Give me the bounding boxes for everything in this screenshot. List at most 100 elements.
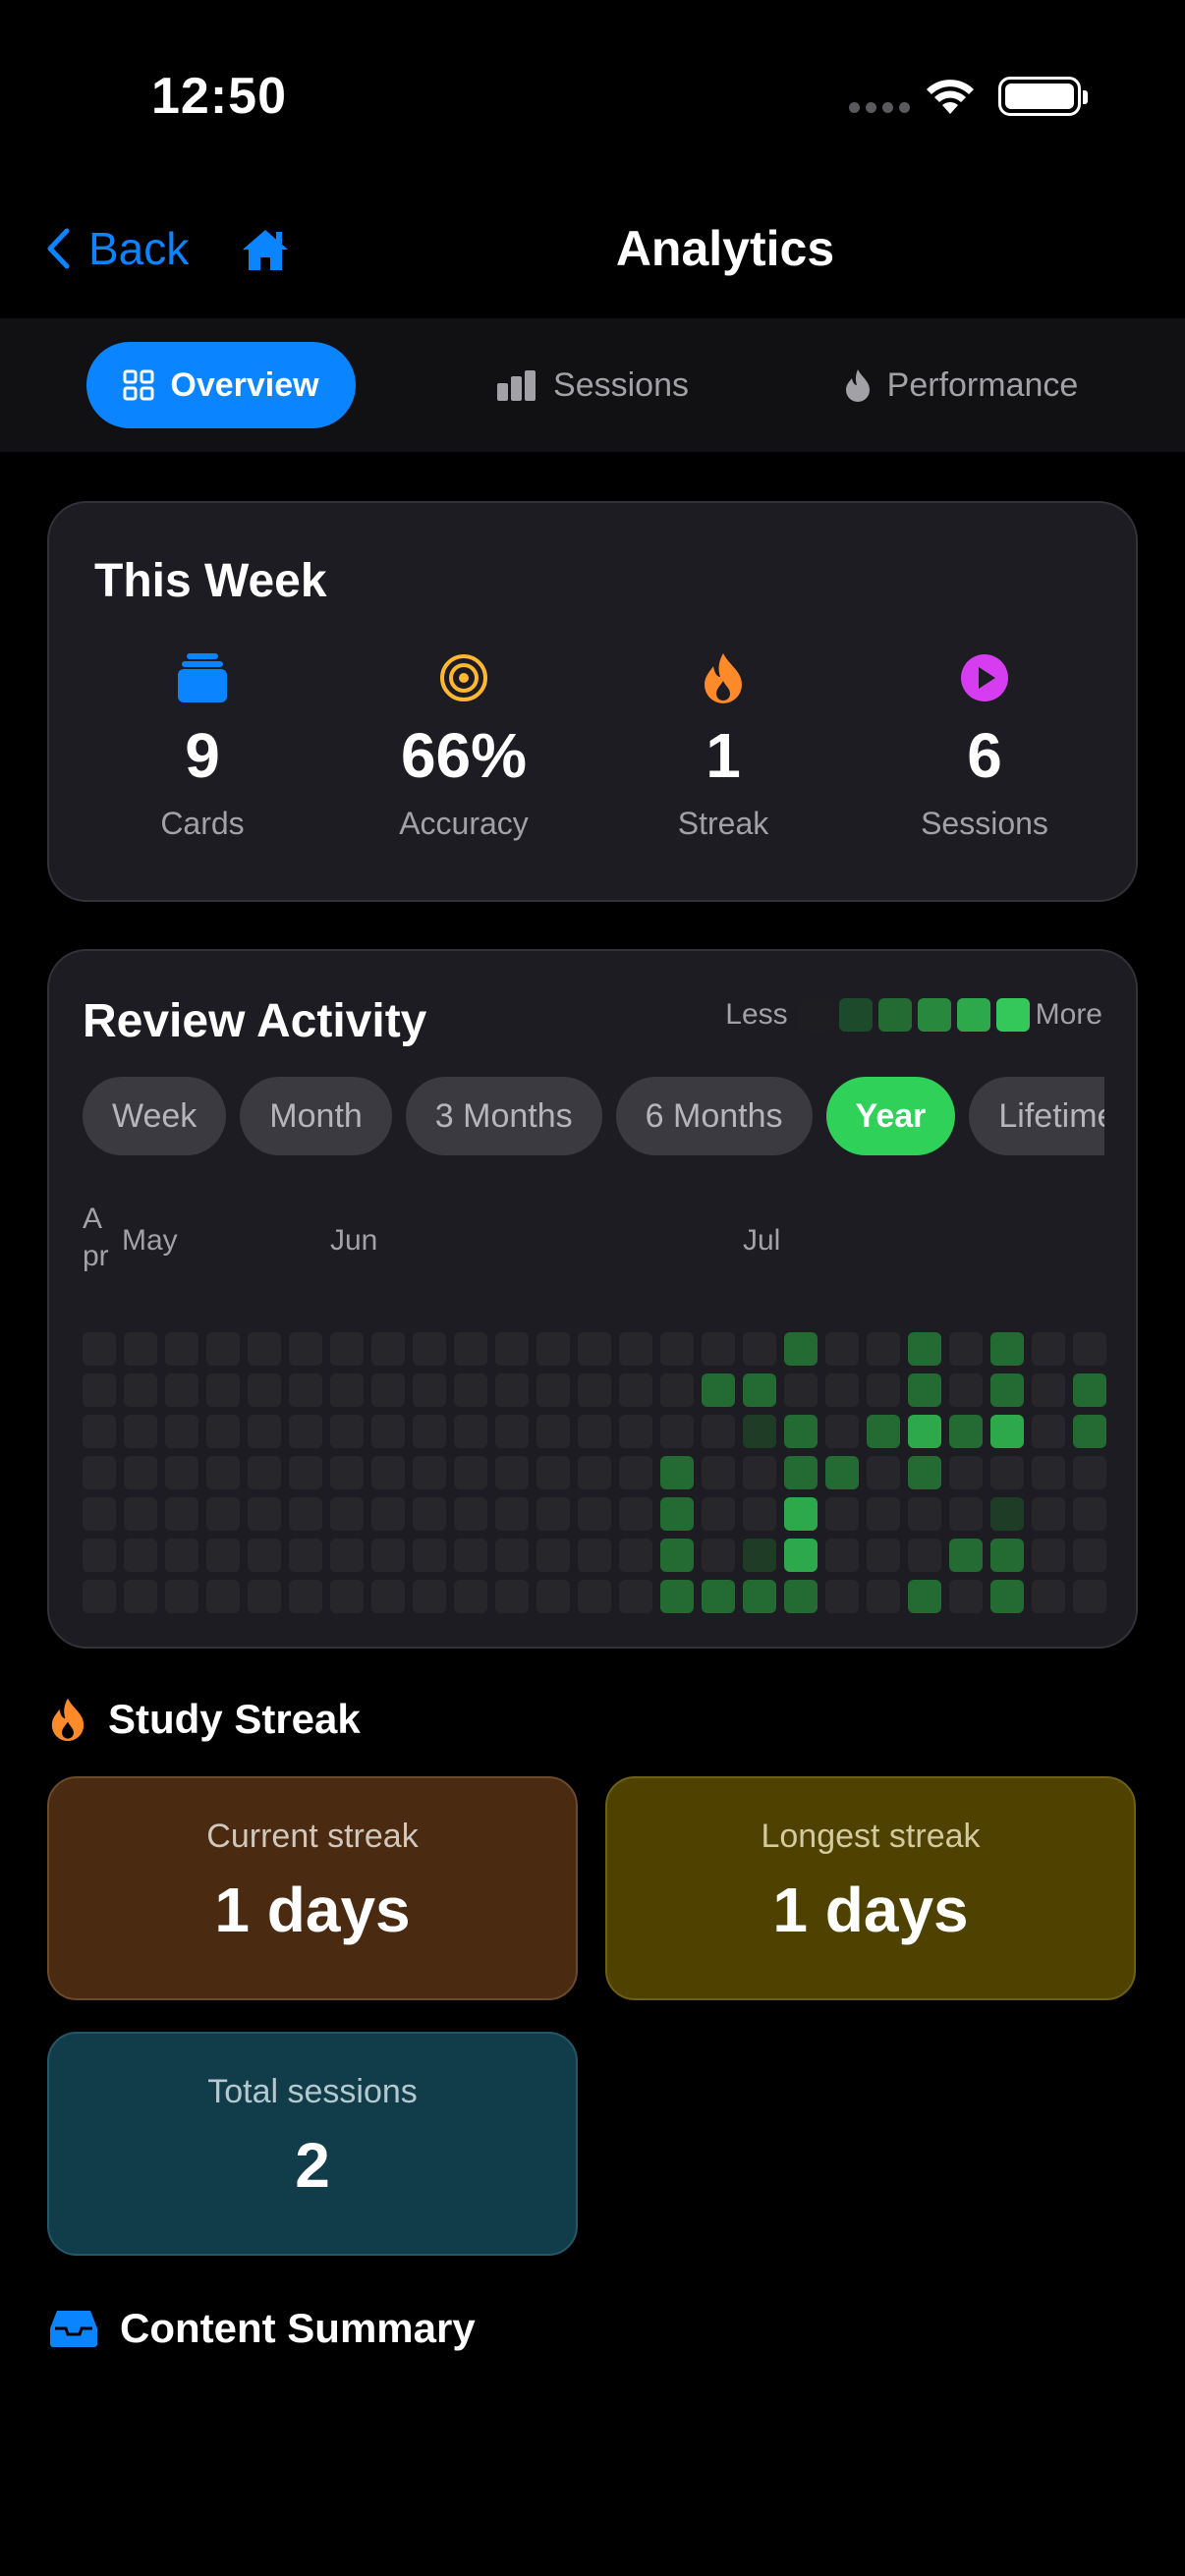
- heatmap-cell: [908, 1332, 941, 1366]
- range-year[interactable]: Year: [825, 1077, 956, 1155]
- heatmap-cell: [660, 1580, 694, 1613]
- heatmap-cell: [165, 1332, 198, 1366]
- heatmap-cell: [289, 1415, 322, 1448]
- heatmap-cell: [619, 1415, 652, 1448]
- range-6-months[interactable]: 6 Months: [615, 1077, 813, 1155]
- tab-sessions[interactable]: Sessions: [470, 342, 715, 428]
- tab-overview[interactable]: Overview: [86, 342, 356, 428]
- heatmap-cell: [330, 1373, 364, 1407]
- month-label-apr: A pr: [83, 1203, 109, 1272]
- heatmap-cell: [454, 1456, 487, 1489]
- legend-more-label: More: [1035, 998, 1102, 1031]
- legend-less-label: Less: [725, 998, 788, 1031]
- heatmap-cell: [949, 1415, 983, 1448]
- heatmap-cell: [825, 1456, 859, 1489]
- heatmap-cell: [206, 1415, 240, 1448]
- review-activity-title: Review Activity: [83, 995, 427, 1047]
- heatmap-cell: [784, 1373, 818, 1407]
- heatmap-cell: [371, 1332, 405, 1366]
- heatmap-cell: [619, 1497, 652, 1531]
- grid-icon: [123, 369, 154, 401]
- heatmap-cell: [495, 1497, 529, 1531]
- study-streak-header: Study Streak: [49, 1696, 361, 1743]
- heatmap-cell: [990, 1497, 1024, 1531]
- review-activity-card: Review Activity Less More Week Month 3 M…: [47, 949, 1138, 1649]
- flame-icon: [845, 369, 870, 402]
- heatmap-cell: [578, 1332, 611, 1366]
- stat-accuracy: 66% Accuracy: [346, 650, 582, 842]
- heatmap-cell: [124, 1539, 157, 1572]
- status-time: 12:50: [151, 68, 287, 125]
- heatmap-cell: [990, 1539, 1024, 1572]
- range-week[interactable]: Week: [83, 1077, 227, 1155]
- heatmap-cell: [536, 1456, 570, 1489]
- heatmap-cell: [413, 1580, 446, 1613]
- heatmap-cell: [1032, 1415, 1065, 1448]
- target-icon: [440, 654, 487, 701]
- flame-icon: [51, 1698, 85, 1742]
- bar-chart-icon: [497, 370, 536, 401]
- content-summary-header: Content Summary: [49, 2305, 476, 2352]
- heatmap-cell: [990, 1580, 1024, 1613]
- heatmap-cell: [83, 1456, 116, 1489]
- tab-sessions-label: Sessions: [553, 365, 689, 404]
- month-label-may: May: [122, 1224, 178, 1257]
- status-bar: 12:50: [0, 0, 1185, 187]
- heatmap-cell: [83, 1580, 116, 1613]
- heatmap-cell: [743, 1332, 776, 1366]
- tray-icon: [50, 2311, 97, 2347]
- cards-stack-icon: [178, 653, 227, 702]
- heatmap-cell: [578, 1415, 611, 1448]
- heatmap-cell: [1073, 1415, 1106, 1448]
- range-3-months[interactable]: 3 Months: [405, 1077, 602, 1155]
- stat-sessions-label: Sessions: [921, 806, 1048, 841]
- heatmap-cell: [990, 1415, 1024, 1448]
- heatmap-cell: [949, 1456, 983, 1489]
- heatmap-cell: [949, 1373, 983, 1407]
- total-sessions-value: 2: [295, 2130, 330, 2201]
- tab-bar: Overview Sessions Performance: [0, 318, 1185, 452]
- heatmap-cell: [413, 1539, 446, 1572]
- longest-streak-tile: Longest streak 1 days: [605, 1776, 1136, 2000]
- longest-streak-label: Longest streak: [761, 1818, 981, 1855]
- heatmap-cell: [413, 1497, 446, 1531]
- heatmap-cell: [413, 1373, 446, 1407]
- heatmap-cell: [124, 1415, 157, 1448]
- heatmap-cell: [165, 1415, 198, 1448]
- heatmap-cell: [660, 1332, 694, 1366]
- this-week-card: This Week 9 Cards 66% Accuracy 1 Streak …: [47, 501, 1138, 902]
- heatmap-cell: [743, 1415, 776, 1448]
- heatmap-cell: [784, 1415, 818, 1448]
- heatmap-cell: [248, 1415, 281, 1448]
- heatmap-cell: [495, 1415, 529, 1448]
- heatmap-cell: [454, 1332, 487, 1366]
- heatmap-cell: [867, 1415, 900, 1448]
- heatmap-cell: [83, 1332, 116, 1366]
- heatmap-cell: [908, 1580, 941, 1613]
- heatmap-cell: [206, 1373, 240, 1407]
- heatmap-cell: [495, 1373, 529, 1407]
- heatmap-cell: [413, 1456, 446, 1489]
- time-range-selector[interactable]: Week Month 3 Months 6 Months Year Lifeti…: [83, 1077, 1104, 1155]
- heatmap-cell: [454, 1580, 487, 1613]
- total-sessions-tile: Total sessions 2: [47, 2032, 578, 2256]
- heatmap-cell: [1073, 1497, 1106, 1531]
- heatmap-cell: [1032, 1456, 1065, 1489]
- heatmap-cell: [743, 1456, 776, 1489]
- heatmap-cell: [702, 1497, 735, 1531]
- heatmap-cell: [702, 1415, 735, 1448]
- heatmap-cell: [165, 1373, 198, 1407]
- heatmap-cell: [83, 1539, 116, 1572]
- range-month[interactable]: Month: [240, 1077, 392, 1155]
- heatmap-cell: [1073, 1456, 1106, 1489]
- tab-performance[interactable]: Performance: [823, 342, 1099, 428]
- heatmap-cell: [908, 1373, 941, 1407]
- range-lifetime[interactable]: Lifetime: [969, 1077, 1104, 1155]
- legend-swatch-1: [838, 998, 873, 1032]
- heatmap-cell: [867, 1497, 900, 1531]
- heatmap-cell: [536, 1539, 570, 1572]
- heatmap-cell: [908, 1539, 941, 1572]
- heatmap-cell: [743, 1539, 776, 1572]
- total-sessions-label: Total sessions: [207, 2073, 418, 2110]
- heatmap-cell: [495, 1332, 529, 1366]
